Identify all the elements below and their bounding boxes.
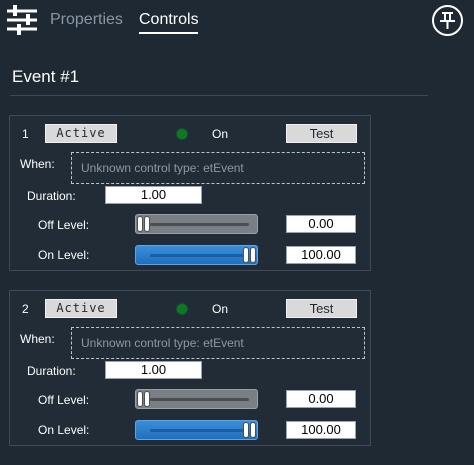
status-text: On <box>212 302 229 316</box>
off-level-slider[interactable] <box>135 214 258 234</box>
status-led-icon <box>177 304 187 314</box>
duration-input[interactable]: 1.00 <box>105 186 202 204</box>
pushpin-icon <box>440 12 455 29</box>
active-toggle-button[interactable]: Active <box>45 299 117 318</box>
event-number: 2 <box>22 302 29 316</box>
active-toggle-button[interactable]: Active <box>45 124 117 143</box>
active-tab-indicator <box>139 32 198 34</box>
slider-knob[interactable] <box>137 391 143 407</box>
on-level-input[interactable]: 100.00 <box>286 421 356 439</box>
when-label: When: <box>20 332 55 346</box>
page-title: Event #1 <box>12 67 80 86</box>
title-divider <box>10 95 428 96</box>
slider-knob[interactable] <box>243 422 249 438</box>
pin-button[interactable] <box>432 5 463 36</box>
event-card-1: 1 Active On Test When: Unknown control t… <box>9 115 371 271</box>
duration-label: Duration: <box>27 364 76 378</box>
on-level-input[interactable]: 100.00 <box>286 246 356 264</box>
slider-knob[interactable] <box>137 216 143 232</box>
off-level-label: Off Level: <box>38 393 90 407</box>
tab-controls[interactable]: Controls <box>139 11 199 29</box>
filter-sliders-icon[interactable] <box>6 5 38 35</box>
status-led-icon <box>177 129 187 139</box>
slider-knob[interactable] <box>250 422 256 438</box>
tab-properties[interactable]: Properties <box>50 11 123 29</box>
when-label: When: <box>20 157 55 171</box>
slider-track <box>150 254 249 257</box>
test-button[interactable]: Test <box>286 299 357 318</box>
off-level-input[interactable]: 0.00 <box>286 215 356 233</box>
slider-track <box>150 429 249 432</box>
top-bar: Properties Controls <box>0 0 474 42</box>
slider-knob[interactable] <box>243 247 249 263</box>
slider-knob[interactable] <box>144 216 150 232</box>
off-level-label: Off Level: <box>38 218 90 232</box>
off-level-slider[interactable] <box>135 389 258 409</box>
on-level-label: On Level: <box>38 423 90 437</box>
status-text: On <box>212 127 229 141</box>
event-number: 1 <box>22 127 29 141</box>
when-condition-field[interactable]: Unknown control type: etEvent <box>71 327 365 359</box>
event-card-2: 2 Active On Test When: Unknown control t… <box>9 290 371 446</box>
test-button[interactable]: Test <box>286 124 357 143</box>
slider-knob[interactable] <box>250 247 256 263</box>
slider-track <box>150 398 249 401</box>
on-level-slider[interactable] <box>135 420 258 440</box>
duration-label: Duration: <box>27 189 76 203</box>
off-level-input[interactable]: 0.00 <box>286 390 356 408</box>
slider-track <box>150 223 249 226</box>
when-condition-field[interactable]: Unknown control type: etEvent <box>71 152 365 184</box>
duration-input[interactable]: 1.00 <box>105 361 202 379</box>
on-level-slider[interactable] <box>135 245 258 265</box>
on-level-label: On Level: <box>38 248 90 262</box>
slider-knob[interactable] <box>144 391 150 407</box>
